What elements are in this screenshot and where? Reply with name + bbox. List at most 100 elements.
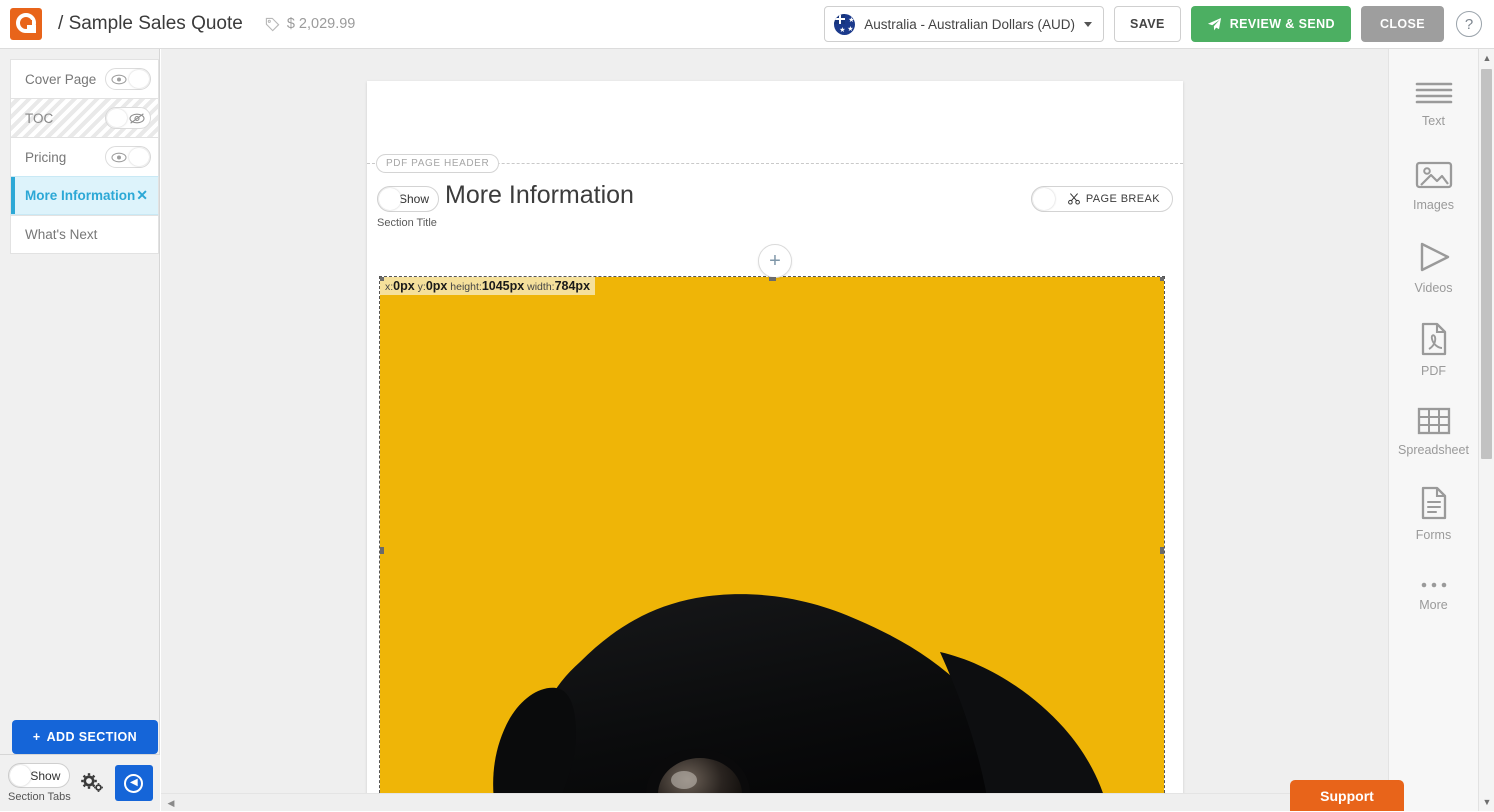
scissors-icon <box>1068 193 1080 205</box>
save-button-label: SAVE <box>1130 17 1165 31</box>
image-dimensions-badge: x:0px y:0px height:1045px width:784px <box>380 277 595 295</box>
tool-images[interactable]: Images <box>1389 145 1478 227</box>
visibility-toggle-toc[interactable] <box>105 107 151 129</box>
vertical-scrollbar-thumb[interactable] <box>1481 69 1492 459</box>
sidebar-item-label: What's Next <box>25 227 97 242</box>
top-bar-actions: ★ ★ ★ Australia - Australian Dollars (AU… <box>824 6 1494 42</box>
scroll-left-arrow[interactable]: ◀ <box>163 794 179 812</box>
tool-more[interactable]: More <box>1389 555 1478 637</box>
arrow-left-circle-icon: ◀ <box>124 774 143 793</box>
vertical-scrollbar[interactable]: ▲ ▼ <box>1478 49 1494 811</box>
section-tabs-toggle[interactable]: Show <box>8 763 70 788</box>
tool-label: Text <box>1422 114 1445 128</box>
support-button-label: Support <box>1320 788 1374 804</box>
sidebar-item-pricing[interactable]: Pricing <box>10 137 159 176</box>
section-list: Cover Page TOC Pricing <box>0 49 159 254</box>
eye-icon <box>111 73 127 86</box>
quote-total-value: $ 2,029.99 <box>287 16 356 32</box>
paper-plane-icon <box>1207 17 1222 32</box>
page-break-toggle[interactable]: PAGE BREAK <box>1031 186 1173 212</box>
document-canvas[interactable]: PDF PAGE HEADER Show More Information Se… <box>161 49 1404 811</box>
section-header: Show More Information Section Title PAGE… <box>367 173 1183 243</box>
sidebar-item-label: Pricing <box>25 150 66 165</box>
collapse-sidebar-button[interactable]: ◀ <box>115 765 153 801</box>
help-icon[interactable]: ? <box>1456 11 1482 37</box>
play-triangle-icon <box>1416 241 1452 273</box>
section-show-toggle[interactable]: Show <box>377 186 439 212</box>
ellipsis-icon <box>1417 580 1451 590</box>
tool-label: More <box>1419 598 1447 612</box>
quote-total: $ 2,029.99 <box>265 16 356 32</box>
tool-pdf[interactable]: PDF <box>1389 309 1478 391</box>
sidebar-item-whats-next[interactable]: What's Next <box>10 215 159 254</box>
close-button-label: CLOSE <box>1380 17 1425 31</box>
dim-x-value: 0px <box>393 279 415 293</box>
pdf-page-header-band[interactable] <box>367 81 1183 164</box>
dim-width-value: 784px <box>555 279 590 293</box>
dim-width-label: width: <box>527 281 554 293</box>
sidebar-item-cover-page[interactable]: Cover Page <box>10 59 159 98</box>
tool-spreadsheet[interactable]: Spreadsheet <box>1389 391 1478 473</box>
page-break-label: PAGE BREAK <box>1086 193 1160 205</box>
scroll-up-arrow[interactable]: ▲ <box>1479 49 1494 67</box>
resize-handle-top-right[interactable] <box>1160 277 1164 281</box>
add-block-button[interactable]: + <box>758 244 792 278</box>
currency-select[interactable]: ★ ★ ★ Australia - Australian Dollars (AU… <box>824 6 1104 42</box>
document-page: PDF PAGE HEADER Show More Information Se… <box>367 81 1183 811</box>
section-title-caption: Section Title <box>377 217 437 229</box>
tool-label: PDF <box>1421 364 1446 378</box>
dim-height-label: height: <box>450 281 482 293</box>
visibility-toggle-cover-page[interactable] <box>105 68 151 90</box>
gears-icon[interactable] <box>79 770 105 796</box>
plus-icon: + <box>33 730 41 744</box>
chevron-down-icon <box>1084 22 1092 27</box>
sidebar-item-label: TOC <box>25 111 53 126</box>
save-button[interactable]: SAVE <box>1114 6 1181 42</box>
tool-text[interactable]: Text <box>1389 63 1478 145</box>
tool-label: Images <box>1413 198 1454 212</box>
table-grid-icon <box>1417 407 1451 435</box>
quote-roller-logo[interactable] <box>10 8 42 40</box>
add-section-button[interactable]: + ADD SECTION <box>12 720 158 754</box>
scroll-down-arrow[interactable]: ▼ <box>1479 793 1494 811</box>
tool-forms[interactable]: Forms <box>1389 473 1478 555</box>
form-document-icon <box>1419 486 1449 520</box>
price-tag-icon <box>265 17 280 32</box>
image-icon <box>1415 160 1453 190</box>
tool-label: Spreadsheet <box>1398 443 1469 457</box>
dim-x-label: x: <box>385 281 393 293</box>
page-title[interactable]: / Sample Sales Quote <box>58 13 243 35</box>
review-and-send-button[interactable]: REVIEW & SEND <box>1191 6 1351 42</box>
close-button[interactable]: CLOSE <box>1361 6 1444 42</box>
sections-sidebar: Cover Page TOC Pricing <box>0 49 160 811</box>
dim-y-value: 0px <box>426 279 448 293</box>
section-title-text[interactable]: More Information <box>445 181 634 210</box>
remove-section-icon[interactable]: ✕ <box>136 187 148 204</box>
section-tabs-control: Show Section Tabs <box>8 763 71 803</box>
sidebar-item-toc[interactable]: TOC <box>10 98 159 137</box>
dim-height-value: 1045px <box>482 279 524 293</box>
selected-image-block[interactable]: x:0px y:0px height:1045px width:784px <box>380 277 1164 811</box>
support-button[interactable]: Support <box>1290 780 1404 811</box>
resize-handle-top-left[interactable] <box>380 277 384 281</box>
resize-handle-top-center[interactable] <box>769 277 776 281</box>
text-lines-icon <box>1414 80 1454 106</box>
sidebar-item-more-information[interactable]: More Information ✕ <box>10 176 159 215</box>
pdf-page-header-tag: PDF PAGE HEADER <box>376 154 499 173</box>
black-pug-photo <box>380 502 1164 811</box>
tool-videos[interactable]: Videos <box>1389 227 1478 309</box>
sidebar-footer: Show Section Tabs ◀ <box>0 754 160 811</box>
horizontal-scrollbar[interactable]: ◀ <box>161 793 1388 811</box>
tool-label: Videos <box>1415 281 1453 295</box>
resize-handle-right-center[interactable] <box>1160 547 1164 554</box>
content-blocks-toolbar: Text Images Videos PDF <box>1388 49 1478 811</box>
tool-label: Forms <box>1416 528 1451 542</box>
breadcrumb-slash: / <box>58 13 63 34</box>
sidebar-item-label: Cover Page <box>25 72 96 87</box>
resize-handle-left-center[interactable] <box>380 547 384 554</box>
eye-slash-icon <box>129 112 145 125</box>
visibility-toggle-pricing[interactable] <box>105 146 151 168</box>
section-show-toggle-label: Show <box>399 192 429 206</box>
review-and-send-label: REVIEW & SEND <box>1230 17 1335 31</box>
top-bar: / Sample Sales Quote $ 2,029.99 ★ ★ ★ Au… <box>0 0 1494 49</box>
